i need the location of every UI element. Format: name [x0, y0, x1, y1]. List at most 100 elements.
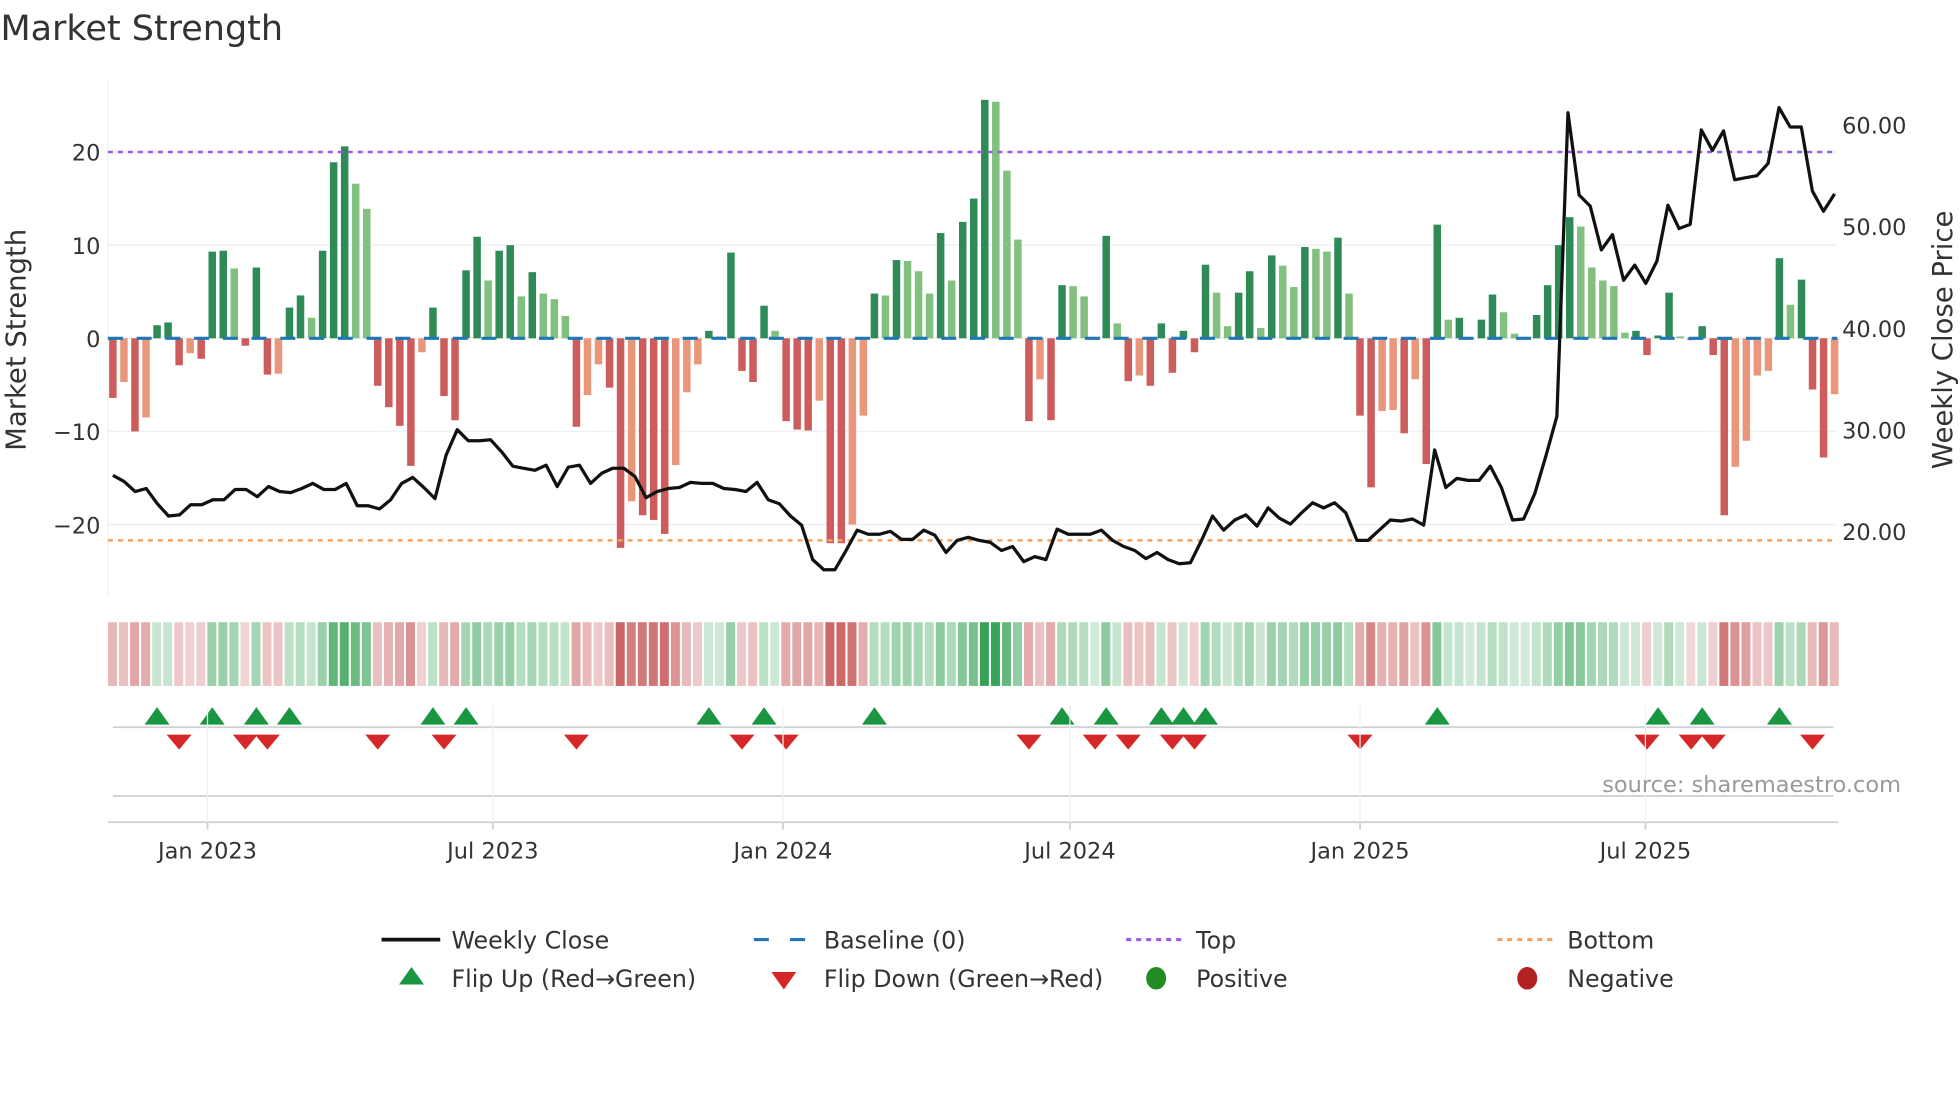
- strength-bar: [837, 338, 846, 544]
- strength-bar: [958, 221, 967, 339]
- heat-cell: [417, 622, 427, 686]
- heat-cell: [1487, 622, 1497, 686]
- heat-cell: [1222, 622, 1232, 686]
- heat-cell: [1200, 622, 1210, 686]
- strength-bar: [440, 338, 448, 397]
- legend-circle-icon: [1517, 967, 1538, 990]
- heat-cell: [1366, 622, 1376, 686]
- heat-cell: [1575, 622, 1585, 686]
- strength-bar: [1201, 264, 1210, 339]
- heat-cell: [1178, 622, 1188, 686]
- y2-axis-title: Weekly Close Price: [1927, 211, 1959, 469]
- strength-bar: [1797, 279, 1806, 339]
- x-tick-label: Jul 2023: [445, 838, 538, 864]
- legend-label: Bottom: [1567, 926, 1654, 954]
- strength-bar: [1312, 248, 1320, 339]
- strength-bar: [1356, 338, 1364, 416]
- flip-markers: [107, 707, 1839, 824]
- heat-cell: [1079, 622, 1089, 686]
- strength-bar: [1720, 338, 1728, 516]
- strength-bar: [815, 338, 823, 401]
- strength-bar: [407, 338, 415, 466]
- strength-bar: [1047, 338, 1055, 421]
- strength-bar: [175, 338, 183, 366]
- flip-up-marker: [1645, 707, 1671, 725]
- strength-bar: [1499, 312, 1508, 339]
- strength-bar: [318, 250, 327, 339]
- heat-cell: [1664, 622, 1674, 686]
- strength-bar: [881, 295, 890, 339]
- heat-cell: [119, 622, 129, 686]
- heat-cell: [130, 622, 140, 686]
- heat-cell: [527, 622, 537, 686]
- strength-bar: [572, 338, 581, 427]
- heat-cell: [1597, 622, 1607, 686]
- heat-cell: [1046, 622, 1056, 686]
- strength-bar: [1080, 296, 1088, 339]
- strength-bar: [374, 338, 382, 386]
- heat-cell: [681, 622, 691, 686]
- heat-cell: [1454, 622, 1464, 686]
- heat-cell: [781, 622, 791, 686]
- heat-cell: [836, 622, 846, 686]
- strength-bar: [1599, 280, 1607, 339]
- heat-cell: [1785, 622, 1795, 686]
- heat-cell: [1001, 622, 1011, 686]
- y-axis-left: 20 10 0 −10 −20: [53, 141, 100, 540]
- heat-cell: [240, 622, 250, 686]
- heat-cell: [1013, 622, 1023, 686]
- legend-label: Weekly Close: [451, 926, 609, 954]
- strength-bar: [1069, 286, 1077, 339]
- strength-bar: [219, 250, 228, 339]
- strength-bar: [109, 338, 117, 398]
- flip-down-marker: [1115, 734, 1141, 750]
- heat-cell: [174, 622, 184, 686]
- heat-cell: [1244, 622, 1254, 686]
- heat-cell: [637, 622, 647, 686]
- strength-bar: [804, 338, 812, 431]
- strength-bar: [561, 315, 570, 339]
- flip-down-marker: [1159, 734, 1185, 750]
- heat-cell: [648, 622, 658, 686]
- y2-tick-label: 40.00: [1842, 317, 1906, 343]
- heat-cell: [494, 622, 504, 686]
- strength-bar: [351, 183, 360, 339]
- heat-cell: [1377, 622, 1387, 686]
- heat-cell: [350, 622, 360, 686]
- x-tick-label: Jul 2025: [1598, 838, 1691, 864]
- strength-bar: [462, 270, 470, 339]
- heat-cell: [1631, 622, 1641, 686]
- heat-cell: [770, 622, 780, 686]
- heat-cell: [505, 622, 515, 686]
- strength-bar: [1577, 226, 1585, 339]
- strength-bar: [164, 322, 172, 339]
- x-axis: Jan 2023 Jul 2023 Jan 2024 Jul 2024 Jan 2025…: [156, 705, 1691, 864]
- flip-down-marker: [431, 734, 457, 750]
- y-tick-label: 10: [72, 234, 101, 260]
- strength-bar: [1775, 258, 1784, 339]
- heat-cell: [1498, 622, 1508, 686]
- strength-bar: [385, 338, 393, 408]
- strength-bar: [1444, 319, 1453, 339]
- strength-bar: [517, 296, 525, 339]
- legend-label: Baseline (0): [824, 926, 966, 954]
- heat-cell: [1410, 622, 1420, 686]
- heat-cell: [372, 622, 382, 686]
- y2-tick-label: 60.00: [1842, 114, 1906, 140]
- strength-bar: [539, 293, 548, 339]
- y2-tick-label: 30.00: [1842, 418, 1906, 444]
- strength-bar: [362, 208, 371, 339]
- heat-cell: [1553, 622, 1563, 686]
- strength-bar: [1731, 338, 1740, 467]
- heat-cell: [1620, 622, 1630, 686]
- strength-bar: [1433, 224, 1442, 339]
- strength-bar: [727, 252, 735, 339]
- strength-bar: [1014, 239, 1022, 339]
- strength-bar: [936, 233, 945, 339]
- strength-bar: [1742, 338, 1751, 441]
- strength-bar: [197, 338, 205, 359]
- strength-bar: [1245, 271, 1254, 339]
- heat-cell: [549, 622, 559, 686]
- strength-bar: [1665, 292, 1673, 339]
- heat-cell: [1388, 622, 1398, 686]
